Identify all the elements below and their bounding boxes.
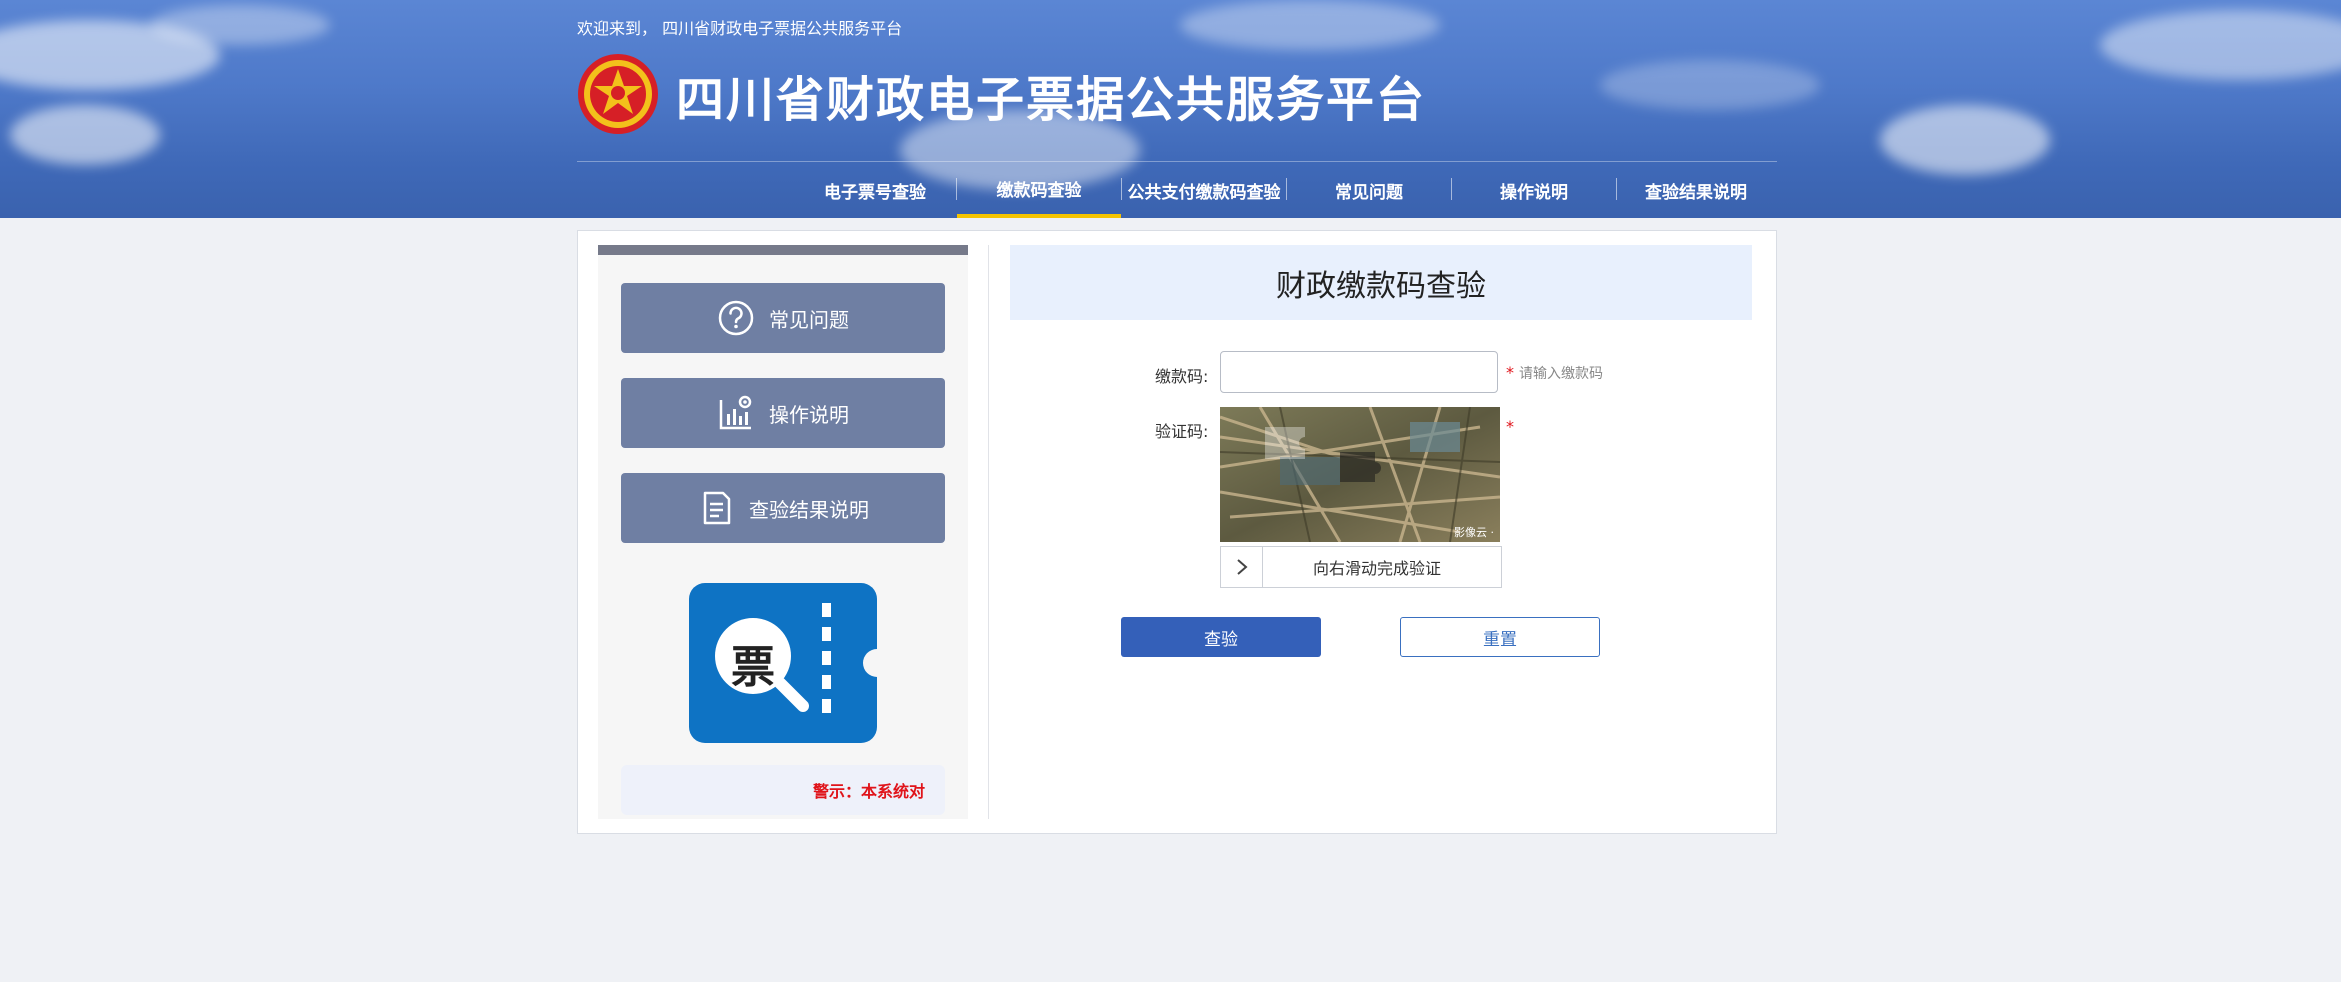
main-nav: 电子票号查验 缴款码查验 公共支付缴款码查验 常见问题 操作说明 查验结果说明	[0, 162, 2341, 218]
sidebar-button-label: 查验结果说明	[749, 497, 869, 522]
site-header: 欢迎来到， 四川省财政电子票据公共服务平台 四川省财政电子票据公共服务平台 电子…	[0, 0, 2341, 218]
chart-gear-icon	[719, 395, 752, 430]
captcha-image: 影像云 ·	[1220, 407, 1500, 542]
captcha-watermark: 影像云 ·	[1454, 526, 1494, 539]
slider-text: 向右滑动完成验证	[1312, 559, 1441, 578]
payment-code-input[interactable]	[1220, 351, 1498, 393]
form-title: 财政缴款码查验	[1010, 245, 1752, 320]
sidebar-button-result-explanation[interactable]: 查验结果说明	[621, 473, 945, 543]
emblem-logo	[577, 53, 659, 135]
main-content: 常见问题 操作说明 查验结果说明 票 警示：本系统对 财政缴款码查验 缴款码: …	[577, 230, 1777, 834]
sidebar-button-instructions[interactable]: 操作说明	[621, 378, 945, 448]
sidebar-top-bar	[598, 245, 968, 255]
warning-text: 警示：本系统对	[812, 782, 925, 801]
nav-item-result-explanation[interactable]: 查验结果说明	[1617, 162, 1775, 218]
ticket-search-icon: 票	[689, 583, 877, 743]
nav-item-payment-code[interactable]: 缴款码查验	[957, 162, 1121, 218]
nav-item-faq[interactable]: 常见问题	[1287, 162, 1451, 218]
sidebar-button-faq[interactable]: 常见问题	[621, 283, 945, 353]
payment-code-label: 缴款码:	[1155, 367, 1209, 386]
query-button[interactable]: 查验	[1121, 617, 1321, 657]
captcha-label: 验证码:	[1155, 422, 1209, 441]
chevron-right-icon	[1236, 559, 1248, 575]
ticket-glyph: 票	[731, 642, 775, 693]
nav-item-instructions[interactable]: 操作说明	[1452, 162, 1616, 218]
sidebar-button-label: 操作说明	[769, 402, 849, 427]
welcome-text: 欢迎来到， 四川省财政电子票据公共服务平台	[577, 19, 903, 38]
sidebar: 常见问题 操作说明 查验结果说明 票 警示：本系统对	[598, 245, 968, 819]
document-icon	[703, 491, 731, 525]
payment-code-hint: 请输入缴款码	[1519, 366, 1603, 382]
nav-item-public-payment-code[interactable]: 公共支付缴款码查验	[1122, 162, 1286, 218]
site-title: 四川省财政电子票据公共服务平台	[676, 72, 1427, 128]
sidebar-button-label: 常见问题	[769, 307, 849, 332]
panel-divider	[988, 245, 989, 819]
nav-item-ticket-number[interactable]: 电子票号查验	[805, 162, 945, 218]
warning-marquee: 警示：本系统对	[621, 765, 945, 815]
required-mark: *	[1506, 363, 1514, 382]
question-circle-icon	[718, 300, 754, 336]
slide-verify: 向右滑动完成验证	[1220, 546, 1502, 588]
reset-button[interactable]: 重置	[1400, 617, 1600, 657]
required-mark: *	[1506, 417, 1514, 436]
slider-handle[interactable]	[1221, 547, 1263, 587]
